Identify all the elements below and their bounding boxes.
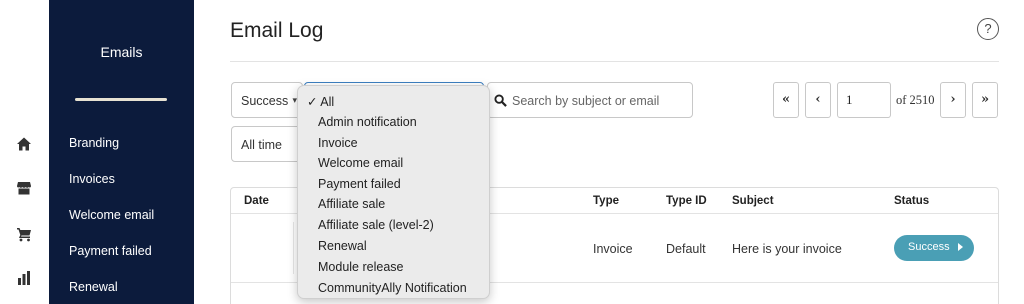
page-title: Email Log bbox=[230, 19, 324, 42]
type-cell: Invoice bbox=[593, 242, 633, 256]
dropdown-option-all[interactable]: ✓ All bbox=[307, 94, 334, 109]
sidebar-item-welcome-email[interactable]: Welcome email bbox=[69, 208, 154, 222]
column-header-type: Type bbox=[593, 195, 619, 207]
dropdown-option-welcome-email[interactable]: Welcome email bbox=[318, 156, 403, 170]
last-page-button[interactable]: » bbox=[972, 82, 998, 118]
dropdown-option-module-release[interactable]: Module release bbox=[318, 260, 403, 274]
status-badge-label: Success bbox=[908, 241, 950, 253]
dropdown-option-label: All bbox=[320, 95, 335, 109]
next-page-button[interactable]: › bbox=[940, 82, 966, 118]
time-filter-value: All time bbox=[241, 138, 282, 152]
sidebar: Emails Branding Invoices Welcome email P… bbox=[49, 0, 194, 304]
dropdown-option-affiliate-sale[interactable]: Affiliate sale bbox=[318, 197, 385, 211]
time-filter-select[interactable]: All time bbox=[231, 126, 301, 162]
type-filter-dropdown-menu: ✓ All Admin notification Invoice Welcome… bbox=[297, 85, 490, 299]
dropdown-option-invoice[interactable]: Invoice bbox=[318, 136, 358, 150]
status-badge[interactable]: Success bbox=[894, 235, 974, 261]
bar-chart-icon[interactable] bbox=[16, 270, 32, 286]
icon-rail bbox=[0, 0, 49, 304]
play-icon bbox=[958, 243, 963, 251]
dropdown-option-renewal[interactable]: Renewal bbox=[318, 239, 367, 253]
sidebar-item-renewal[interactable]: Renewal bbox=[69, 280, 118, 294]
column-header-status: Status bbox=[894, 195, 930, 207]
search-placeholder: Search by subject or email bbox=[512, 94, 660, 108]
sidebar-item-invoices[interactable]: Invoices bbox=[69, 172, 115, 186]
sidebar-item-payment-failed[interactable]: Payment failed bbox=[69, 244, 152, 258]
column-header-date: Date bbox=[244, 195, 269, 207]
type-id-cell: Default bbox=[666, 242, 706, 256]
dropdown-option-payment-failed[interactable]: Payment failed bbox=[318, 177, 401, 191]
cart-icon[interactable] bbox=[16, 226, 32, 242]
column-header-subject: Subject bbox=[732, 195, 774, 207]
store-icon[interactable] bbox=[16, 180, 32, 196]
date-cell bbox=[236, 222, 294, 274]
header-divider bbox=[230, 61, 999, 62]
column-header-type-id: Type ID bbox=[666, 195, 707, 207]
status-filter-select[interactable]: Success ▾ bbox=[231, 82, 303, 118]
dropdown-option-communityally-notification[interactable]: CommunityAlly Notification bbox=[318, 281, 467, 295]
first-page-button[interactable]: « bbox=[773, 82, 799, 118]
sidebar-title: Emails bbox=[100, 44, 143, 60]
sidebar-item-branding[interactable]: Branding bbox=[69, 136, 119, 150]
subject-cell: Here is your invoice bbox=[732, 242, 842, 256]
prev-page-button[interactable]: ‹ bbox=[805, 82, 831, 118]
page-number-input[interactable]: 1 bbox=[837, 82, 891, 118]
status-filter-value: Success bbox=[241, 94, 289, 108]
page-count-label: of 2510 bbox=[896, 93, 935, 107]
checkmark-icon: ✓ bbox=[307, 95, 318, 109]
home-icon[interactable] bbox=[16, 136, 32, 152]
dropdown-option-affiliate-sale-level-2[interactable]: Affiliate sale (level-2) bbox=[318, 218, 434, 232]
sidebar-active-indicator bbox=[75, 98, 167, 101]
dropdown-option-admin-notification[interactable]: Admin notification bbox=[318, 115, 417, 129]
search-icon bbox=[494, 94, 507, 107]
help-icon[interactable]: ? bbox=[977, 18, 999, 40]
search-input[interactable]: Search by subject or email bbox=[487, 82, 693, 118]
